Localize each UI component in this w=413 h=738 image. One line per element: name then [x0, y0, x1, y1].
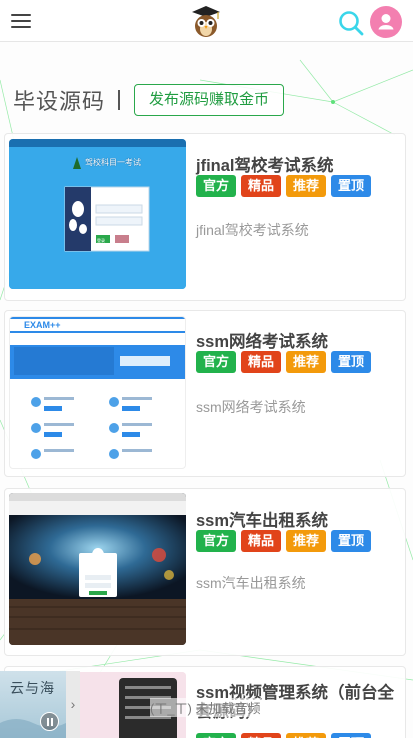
tag-premium: 精品: [241, 175, 281, 197]
search-icon[interactable]: [338, 10, 364, 36]
thumbnail-logo-text: EXAM++: [24, 320, 61, 330]
item-title[interactable]: ssm汽车出租系统: [196, 507, 328, 531]
chevron-right-icon[interactable]: ›: [66, 671, 80, 738]
section-header: 毕设源码 发布源码赚取金币: [13, 84, 285, 116]
item-description: ssm网络考试系统: [196, 399, 306, 415]
tag-official: 官方: [196, 530, 236, 552]
thumbnail-image[interactable]: EXAM++: [9, 316, 186, 469]
svg-text:登录: 登录: [97, 237, 105, 243]
tag-list: 官方 精品 推荐 置顶: [196, 733, 376, 738]
tag-list: 官方 精品 推荐 置顶: [196, 530, 376, 552]
album-cover: 云与海: [0, 671, 66, 738]
tag-top: 置顶: [331, 351, 371, 373]
owl-graduate-logo-icon[interactable]: [189, 4, 223, 38]
music-player: 云与海 ›: [0, 671, 157, 738]
tag-top: 置顶: [331, 175, 371, 197]
thumbnail-image[interactable]: [9, 493, 186, 645]
item-title[interactable]: ssm网络考试系统: [196, 328, 328, 352]
tag-premium: 精品: [241, 351, 281, 373]
tag-official: 官方: [196, 351, 236, 373]
player-status-text: (ㄒ_ㄒ) 未加载音频: [150, 698, 261, 717]
item-title[interactable]: jfinal驾校考试系统: [196, 152, 334, 176]
top-navbar: [0, 0, 413, 42]
tag-recommend: 推荐: [286, 175, 326, 197]
user-avatar-button[interactable]: [370, 6, 402, 38]
tag-recommend: 推荐: [286, 733, 326, 738]
tag-recommend: 推荐: [286, 351, 326, 373]
exam-page-illustration: [10, 317, 185, 459]
tag-list: 官方 精品 推荐 置顶: [196, 175, 376, 197]
thumbnail-caption: 驾校科目一考试: [85, 158, 141, 167]
source-card[interactable]: ssm汽车出租系统 官方 精品 推荐 置顶 ssm汽车出租系统: [4, 488, 406, 656]
tag-recommend: 推荐: [286, 530, 326, 552]
pause-icon[interactable]: [40, 712, 59, 731]
user-icon: [378, 14, 394, 30]
source-card[interactable]: 登录 驾校科目一考试 jfinal驾校考试系统 官方 精品 推荐 置顶 jfin…: [4, 133, 406, 301]
page: 毕设源码 发布源码赚取金币 登录 驾校科目一考试 jfinal驾校考试系统 官方…: [0, 0, 413, 738]
publish-source-button[interactable]: 发布源码赚取金币: [134, 84, 285, 116]
item-description: ssm汽车出租系统: [196, 575, 306, 591]
tag-list: 官方 精品 推荐 置顶: [196, 351, 376, 373]
source-card[interactable]: EXAM++ ssm网络考试系统 官方 精品 推荐 置顶 ssm网络考试系统: [4, 310, 406, 477]
tag-top: 置顶: [331, 733, 371, 738]
tag-premium: 精品: [241, 733, 281, 738]
item-description: jfinal驾校考试系统: [196, 222, 309, 238]
tag-premium: 精品: [241, 530, 281, 552]
car-rental-illustration: [9, 493, 186, 645]
thumbnail-image[interactable]: 登录 驾校科目一考试: [9, 139, 186, 289]
hamburger-menu-icon[interactable]: [11, 11, 33, 31]
tag-top: 置顶: [331, 530, 371, 552]
title-divider: [118, 90, 121, 110]
tag-official: 官方: [196, 175, 236, 197]
tag-official: 官方: [196, 733, 236, 738]
section-title: 毕设源码: [13, 89, 106, 114]
